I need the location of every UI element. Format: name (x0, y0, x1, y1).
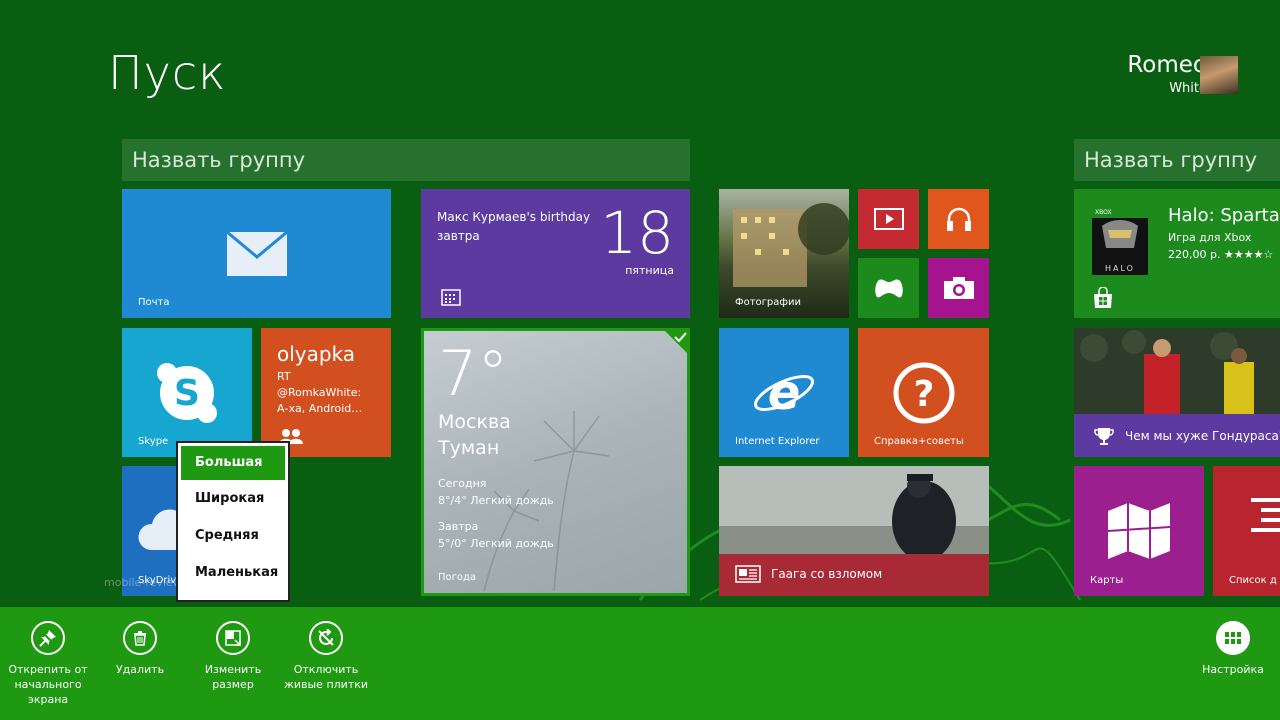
app-bar: Открепить от начального экрана Удалить И… (0, 607, 1280, 720)
uninstall-button[interactable]: Удалить (92, 621, 188, 677)
headphones-icon (928, 189, 989, 249)
uninstall-label: Удалить (115, 663, 165, 676)
tile-news[interactable]: Гаага со взломом (719, 466, 989, 596)
halo-logo: HALO (1105, 264, 1135, 273)
tile-internet-explorer[interactable]: e Internet Explorer (719, 328, 849, 457)
tile-people[interactable]: olyapka RT @RomkaWhite: А-ха, Android… (261, 328, 391, 457)
halo-rating: ★★★★☆ (1223, 248, 1274, 261)
tile-games[interactable] (858, 258, 919, 318)
tile-help[interactable]: ? Справка+советы (858, 328, 989, 457)
tile-maps-label: Карты (1090, 575, 1124, 586)
avatar[interactable] (1200, 56, 1238, 94)
weather-temp: 7° (438, 337, 509, 410)
sports-headline: Чем мы хуже Гондураса? (1125, 429, 1280, 443)
tile-reading-list[interactable]: Список д (1213, 466, 1280, 596)
weather-tomorrow-label: Завтра (438, 520, 479, 533)
resize-button[interactable]: Изменить размер (185, 621, 281, 692)
selected-check-icon (662, 331, 687, 360)
menu-item-wide[interactable]: Широкая (178, 480, 288, 517)
trash-icon (123, 621, 157, 655)
weather-condition: Туман (438, 437, 500, 459)
svg-text:S: S (174, 373, 200, 414)
trophy-icon (1094, 426, 1114, 450)
news-icon (735, 565, 761, 587)
gamepad-icon (858, 258, 919, 318)
tile-skype[interactable]: S Skype (122, 328, 252, 457)
calendar-day: 18 (600, 199, 674, 267)
group-name-field-2[interactable]: Назвать группу (1074, 139, 1280, 181)
live-tile-off-label: Отключить живые плитки (283, 663, 369, 691)
news-headline: Гаага со взломом (771, 567, 883, 581)
tile-weather[interactable]: 7° Москва Туман Сегодня 8°/4° Легкий дож… (421, 328, 690, 596)
reading-list-icon (1251, 496, 1280, 546)
tile-video[interactable] (858, 189, 919, 249)
halo-helmet-icon (1102, 220, 1138, 248)
group-name-field-1[interactable]: Назвать группу (122, 139, 690, 181)
menu-item-large[interactable]: Большая (181, 446, 285, 480)
tile-skype-label: Skype (138, 436, 169, 447)
tile-calendar[interactable]: Макс Курмаев's birthday завтра 18 пятниц… (421, 189, 690, 318)
refresh-off-icon (309, 621, 343, 655)
halo-price: 220,00 р. (1168, 248, 1221, 261)
menu-item-small[interactable]: Маленькая (178, 554, 288, 591)
resize-icon (216, 621, 250, 655)
svg-text:?: ? (913, 374, 934, 415)
customize-button[interactable]: Настройка (1185, 621, 1280, 677)
people-line-3: А-ха, Android… (277, 402, 363, 415)
unpin-icon (31, 621, 65, 655)
live-tile-off-button[interactable]: Отключить живые плитки (278, 621, 374, 692)
tile-store-halo[interactable]: XBOX HALO Halo: Sparta Игра для Xbox 220… (1074, 189, 1280, 318)
page-title: Пуск (108, 46, 227, 100)
resize-label: Изменить размер (204, 663, 262, 691)
weather-city: Москва (438, 411, 511, 433)
unpin-label: Открепить от начального экрана (8, 663, 88, 706)
tile-camera[interactable] (928, 258, 989, 318)
news-photo (719, 466, 989, 554)
tile-photos-label: Фотографии (735, 297, 801, 308)
people-title: olyapka (277, 342, 356, 366)
svg-text:e: e (768, 365, 801, 421)
weather-tomorrow-text: 5°/0° Легкий дождь (438, 537, 554, 550)
tile-music[interactable] (928, 189, 989, 249)
user-first-name[interactable]: Romeo (1127, 52, 1207, 78)
tile-help-label: Справка+советы (874, 436, 964, 447)
halo-subtitle: Игра для Xbox (1168, 231, 1252, 244)
tile-maps[interactable]: Карты (1074, 466, 1204, 596)
people-line-1: RT (277, 370, 291, 383)
tile-reading-list-label: Список д (1229, 575, 1277, 586)
customize-label: Настройка (1202, 663, 1264, 676)
halo-cover-image: XBOX HALO (1092, 207, 1148, 275)
halo-title: Halo: Sparta (1168, 205, 1280, 226)
unpin-button[interactable]: Открепить от начального экрана (0, 621, 96, 707)
tile-ie-label: Internet Explorer (735, 436, 820, 447)
tile-mail[interactable]: Почта (122, 189, 391, 318)
sports-photo (1074, 328, 1280, 414)
tile-photos[interactable]: Фотографии (719, 189, 849, 318)
xbox-badge: XBOX (1092, 207, 1148, 218)
tile-mail-label: Почта (138, 297, 170, 308)
camera-icon (928, 258, 989, 318)
customize-icon (1216, 621, 1250, 655)
video-icon (858, 189, 919, 249)
calendar-when: завтра (437, 229, 480, 243)
tile-sports[interactable]: Чем мы хуже Гондураса? (1074, 328, 1280, 457)
menu-item-medium[interactable]: Средняя (178, 517, 288, 554)
calendar-weekday: пятница (625, 264, 674, 277)
people-line-2: @RomkaWhite: (277, 386, 362, 399)
weather-today-label: Сегодня (438, 477, 487, 490)
store-icon (1092, 286, 1114, 313)
calendar-icon (441, 289, 461, 310)
calendar-event: Макс Курмаев's birthday (437, 210, 591, 224)
tile-weather-label: Погода (438, 572, 477, 583)
resize-menu: Большая Широкая Средняя Маленькая (176, 441, 290, 602)
weather-today-text: 8°/4° Легкий дождь (438, 494, 554, 507)
